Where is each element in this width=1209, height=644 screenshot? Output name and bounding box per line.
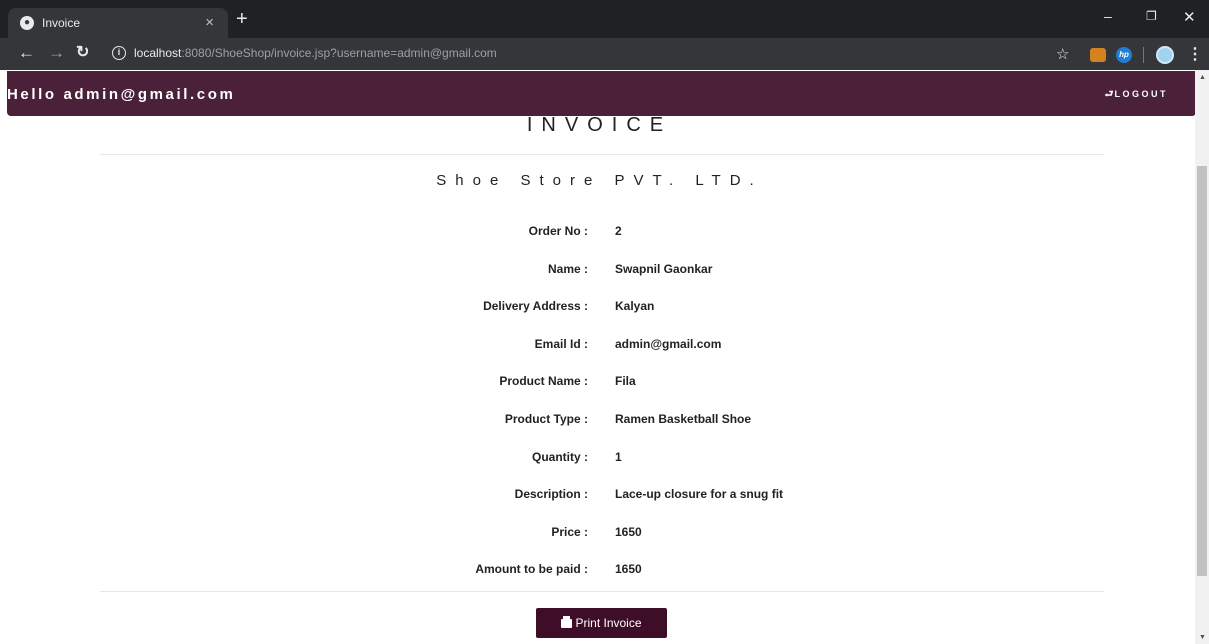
invoice-row-value: Swapnil Gaonkar	[615, 262, 713, 276]
company-name: Shoe Store PVT. LTD.	[436, 172, 763, 189]
address-bar[interactable]: i localhost:8080/ShoeShop/invoice.jsp?us…	[104, 43, 1064, 65]
invoice-row-value: Kalyan	[615, 299, 655, 313]
logout-icon: ⮐	[1104, 89, 1114, 100]
toolbar-divider	[1143, 47, 1144, 63]
scroll-up-arrow-icon[interactable]: ▲	[1199, 74, 1206, 81]
browser-tab[interactable]: ● Invoice ×	[8, 8, 228, 38]
logout-link[interactable]: ⮐LOGOUT	[1105, 87, 1169, 104]
forward-arrow-icon[interactable]: →	[48, 44, 65, 62]
restore-icon[interactable]: ❐	[1146, 9, 1157, 23]
scroll-thumb[interactable]	[1197, 166, 1207, 576]
invoice-row-value: 1	[615, 450, 622, 464]
divider	[100, 154, 1104, 155]
menu-dots-icon[interactable]: ⋮	[1187, 44, 1203, 64]
invoice-row-value: admin@gmail.com	[615, 337, 722, 351]
invoice-row: Delivery Address : Kalyan	[0, 299, 1190, 317]
invoice-row-label: Email Id :	[534, 337, 588, 351]
browser-tab-strip: ● Invoice × + – ❐ ✕	[0, 0, 1209, 38]
new-tab-button[interactable]: +	[236, 9, 248, 29]
reload-icon[interactable]: ↻	[76, 44, 89, 62]
invoice-row-label: Order No :	[528, 224, 588, 238]
page-title: INVOICE	[526, 114, 673, 136]
invoice-row: Price : 1650	[0, 525, 1190, 543]
back-arrow-icon[interactable]: ←	[18, 44, 35, 62]
hp-extension-icon[interactable]: hp	[1116, 47, 1132, 63]
invoice-row-label: Name :	[547, 262, 588, 276]
profile-avatar-icon[interactable]	[1156, 46, 1174, 64]
star-icon[interactable]: ☆	[1056, 45, 1069, 63]
invoice-row: Email Id : admin@gmail.com	[0, 337, 1190, 355]
invoice-row-value: 1650	[615, 562, 642, 576]
globe-icon: ●	[20, 16, 34, 30]
close-tab-icon[interactable]: ×	[205, 14, 214, 31]
invoice-row-label: Amount to be paid :	[475, 562, 588, 576]
invoice-row-label: Price :	[551, 525, 588, 539]
invoice-row-label: Product Name :	[499, 374, 588, 388]
scroll-down-arrow-icon[interactable]: ▼	[1199, 634, 1206, 641]
print-invoice-button[interactable]: Print Invoice	[536, 608, 667, 638]
invoice-row-value: 2	[615, 224, 622, 238]
invoice-row-label: Description :	[514, 487, 588, 501]
close-window-icon[interactable]: ✕	[1183, 8, 1196, 26]
invoice-row-value: 1650	[615, 525, 642, 539]
invoice-row-label: Product Type :	[504, 412, 588, 426]
invoice-row-label: Delivery Address :	[483, 299, 588, 313]
invoice-row-value: Fila	[615, 374, 636, 388]
url-text: localhost:8080/ShoeShop/invoice.jsp?user…	[134, 46, 497, 60]
site-navbar: Hello admin@gmail.com ⮐LOGOUT	[7, 71, 1196, 116]
invoice-row: Product Name : Fila	[0, 374, 1190, 392]
invoice-row: Order No : 2	[0, 224, 1190, 242]
invoice-row: Quantity : 1	[0, 450, 1190, 468]
tab-title: Invoice	[42, 16, 81, 30]
extension-icon[interactable]	[1090, 48, 1106, 62]
invoice-row: Description : Lace-up closure for a snug …	[0, 487, 1190, 505]
invoice-row: Name : Swapnil Gaonkar	[0, 262, 1190, 280]
minimize-icon[interactable]: –	[1104, 8, 1112, 24]
vertical-scrollbar[interactable]: ▲ ▼	[1195, 70, 1209, 644]
invoice-row-value: Lace-up closure for a snug fit	[615, 487, 784, 501]
greeting-text: Hello admin@gmail.com	[7, 86, 236, 103]
info-icon[interactable]: i	[112, 46, 126, 60]
invoice-row-value: Ramen Basketball Shoe	[615, 412, 752, 426]
invoice-row: Amount to be paid : 1650	[0, 562, 1190, 580]
browser-toolbar: ← → ↻ i localhost:8080/ShoeShop/invoice.…	[0, 38, 1209, 70]
invoice-row-label: Quantity :	[532, 450, 588, 464]
invoice-row: Product Type : Ramen Basketball Shoe	[0, 412, 1190, 430]
page-viewport: Hello admin@gmail.com ⮐LOGOUT INVOICE Sh…	[0, 70, 1209, 644]
divider	[100, 591, 1104, 592]
printer-icon	[561, 616, 573, 628]
